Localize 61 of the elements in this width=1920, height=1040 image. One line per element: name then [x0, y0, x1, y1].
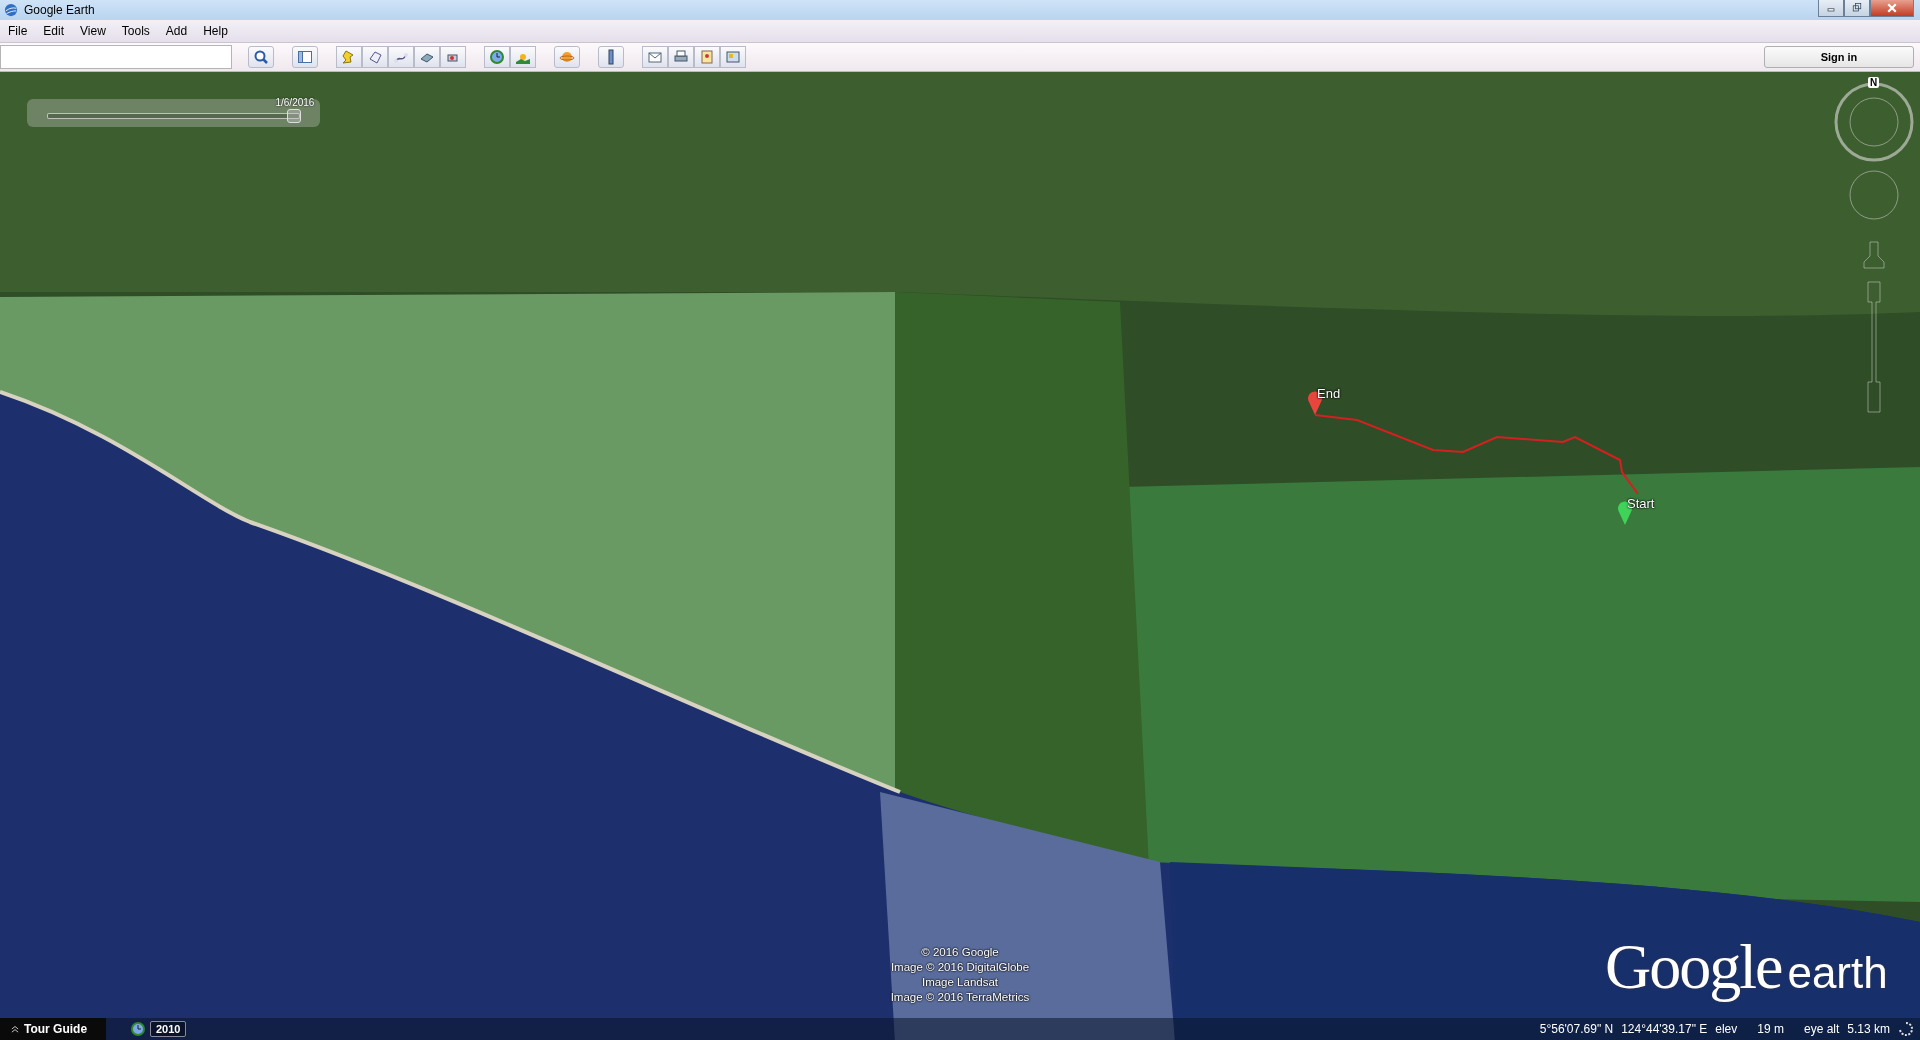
add-placemark-button[interactable] — [336, 46, 362, 68]
latitude-text: 5°56'07.69" N — [1539, 1022, 1614, 1036]
longitude-text: 124°44'39.17" E — [1621, 1022, 1708, 1036]
attribution-text: © 2016 Google — [921, 945, 999, 960]
historical-year-button[interactable]: 2010 — [150, 1021, 187, 1037]
email-button[interactable] — [642, 46, 668, 68]
menu-item[interactable]: File — [0, 24, 36, 38]
sidebar-icon — [297, 49, 313, 65]
attribution-text: Image © 2016 TerraMetrics — [890, 990, 1030, 1005]
polygon-icon — [367, 49, 383, 65]
placemark-label: Start — [1627, 496, 1655, 511]
save-image-button[interactable] — [720, 46, 746, 68]
add-path-button[interactable] — [388, 46, 414, 68]
attribution-text: Image Landsat — [921, 975, 999, 990]
add-polygon-button[interactable] — [362, 46, 388, 68]
menu-item[interactable]: Tools — [113, 24, 158, 38]
eye-altitude-value: 5.13 km — [1847, 1022, 1890, 1036]
attribution-text: Image © 2016 DigitalGlobe — [890, 960, 1030, 975]
eye-altitude-label: eye alt — [1803, 1022, 1840, 1036]
slider-thumb[interactable] — [286, 109, 301, 123]
planets-button[interactable] — [554, 46, 580, 68]
record-tour-button[interactable] — [440, 46, 466, 68]
menu-item[interactable]: Help — [195, 24, 236, 38]
elevation-value: 19 m — [1757, 1022, 1784, 1036]
close-icon — [1886, 2, 1898, 14]
clock-icon — [489, 49, 505, 65]
add-overlay-button[interactable] — [414, 46, 440, 68]
sidebar-button[interactable] — [292, 46, 318, 68]
placemark-label: End — [1317, 386, 1341, 401]
search-icon — [253, 49, 269, 65]
elevation-label: elev — [1715, 1022, 1738, 1036]
menu-item[interactable]: Add — [157, 24, 196, 38]
chevron-up-icon — [10, 1024, 20, 1034]
loading-spinner-icon — [1898, 1021, 1914, 1037]
image-icon — [725, 49, 741, 65]
time-slider[interactable]: 1/6/2016 — [27, 99, 320, 127]
logo-product: earth — [1787, 948, 1888, 998]
tour-guide-button[interactable]: Tour Guide — [0, 1018, 106, 1040]
restore-icon — [1851, 2, 1863, 14]
clock-icon — [130, 1021, 146, 1037]
print-button[interactable] — [668, 46, 694, 68]
restore-button[interactable] — [1844, 0, 1870, 17]
menu-item[interactable]: View — [72, 24, 114, 38]
envelope-icon — [647, 49, 663, 65]
compass-north-label: N — [1868, 77, 1880, 88]
window-title: Google Earth — [24, 3, 95, 17]
search-field[interactable] — [0, 45, 232, 69]
menu-item[interactable]: Edit — [35, 24, 73, 38]
sunlight-button[interactable] — [510, 46, 536, 68]
close-button[interactable] — [1870, 0, 1914, 17]
printer-icon — [673, 49, 689, 65]
historical-imagery-button[interactable] — [484, 46, 510, 68]
sign-in-button[interactable]: Sign in — [1764, 46, 1914, 68]
planet-icon — [559, 49, 575, 65]
view-in-maps-button[interactable] — [694, 46, 720, 68]
globe-icon — [4, 3, 18, 17]
ruler-button[interactable] — [598, 46, 624, 68]
logo-brand: Google — [1605, 930, 1782, 1004]
slider-date: 1/6/2016 — [275, 97, 315, 108]
search-button[interactable] — [248, 46, 274, 68]
minimize-button[interactable] — [1818, 0, 1844, 17]
